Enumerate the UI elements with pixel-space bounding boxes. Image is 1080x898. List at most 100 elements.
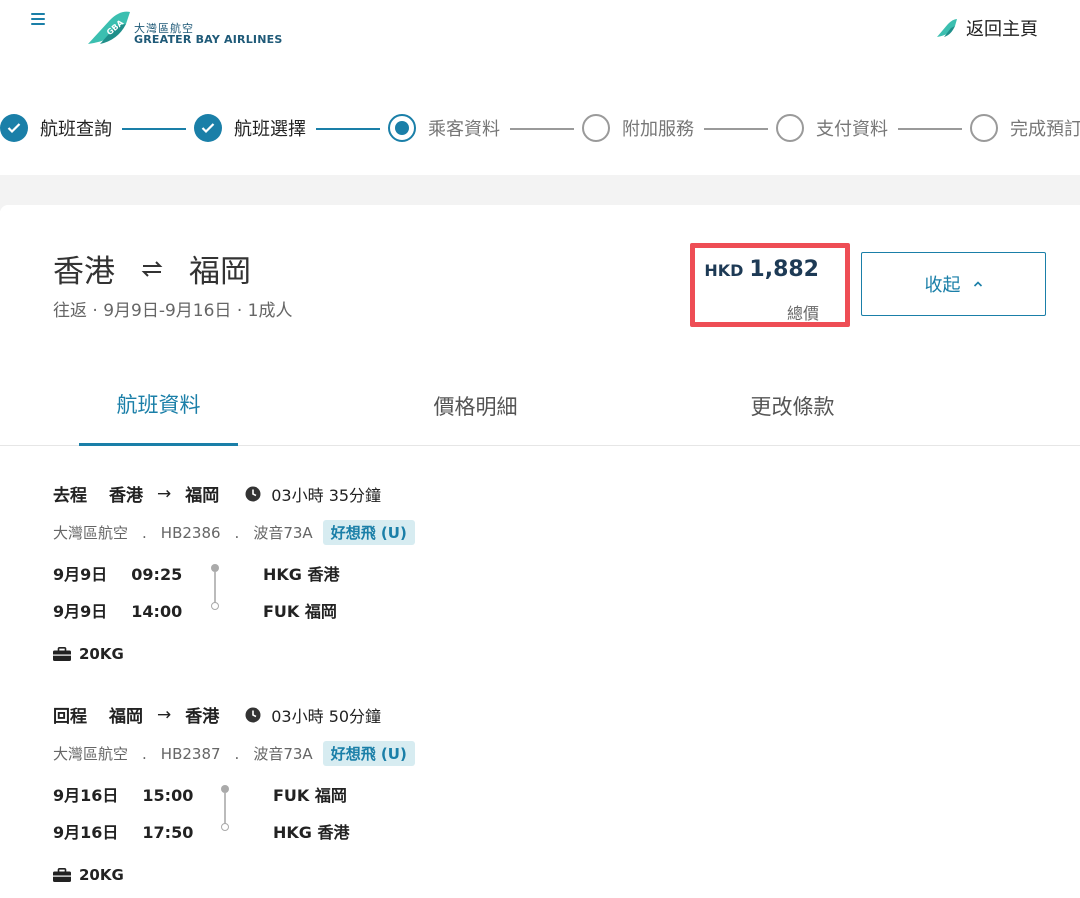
step-label: 乘客資料	[428, 119, 500, 140]
arrival-time: 14:00	[131, 602, 183, 621]
step-label: 航班選擇	[234, 119, 306, 140]
departure-time: 09:25	[131, 565, 183, 584]
arrival-airport: HKG 香港	[273, 823, 350, 842]
collapse-label: 收起	[924, 275, 961, 296]
arrival-time-row: 9月9日 14:00	[53, 598, 182, 622]
segment-to: 香港	[185, 707, 220, 727]
booking-summary-card: 香港 福岡 往返 · 9月9日-9月16日 · 1成人 HKD 1,882 總價 …	[0, 205, 1080, 898]
baggage-weight: 20KG	[79, 866, 124, 884]
separator: .	[142, 523, 147, 542]
logo-text-en: GREATER BAY AIRLINES	[134, 33, 283, 46]
separator: .	[234, 744, 240, 763]
step-flight-select: 航班選擇	[194, 114, 306, 142]
home-link[interactable]: 返回主頁	[936, 15, 1038, 41]
flight-timeline	[210, 564, 220, 614]
baggage-icon	[53, 868, 71, 882]
flight-number: HB2386	[160, 523, 221, 542]
pending-step-icon	[970, 114, 998, 142]
segment-to: 福岡	[185, 486, 220, 506]
flight-timeline	[220, 785, 230, 835]
detail-tabs: 航班資料 價格明細 更改條款	[0, 365, 1080, 446]
outbound-segment: 去程 香港 → 福岡 03小時 35分鐘 大灣區航空 . HB2386 . 波音…	[53, 481, 953, 681]
price-currency: HKD	[704, 261, 744, 280]
separator: .	[234, 523, 240, 542]
aircraft-type: 波音73A	[253, 745, 313, 763]
baggage-icon	[53, 647, 71, 661]
step-payment: 支付資料	[776, 114, 888, 142]
check-icon	[194, 114, 222, 142]
clock-icon	[245, 486, 261, 501]
arrow-right-icon: →	[157, 483, 172, 504]
step-connector	[898, 128, 962, 130]
step-label: 支付資料	[816, 119, 888, 140]
segment-from: 福岡	[109, 707, 143, 727]
departure-time-row: 9月9日 09:25	[53, 561, 182, 585]
collapse-button[interactable]: 收起	[861, 252, 1046, 316]
step-connector	[704, 128, 768, 130]
route-title: 香港 福岡	[53, 246, 251, 291]
progress-stepper: 航班查詢 航班選擇 乘客資料 附加服務 支付資料 完成預訂	[0, 108, 1080, 150]
step-label: 完成預訂	[1010, 119, 1080, 140]
clock-icon	[245, 707, 261, 722]
header: GBA 大灣區航空 GREATER BAY AIRLINES 返回主頁	[0, 0, 1080, 60]
step-complete: 完成預訂	[970, 114, 1080, 142]
step-connector	[122, 128, 186, 130]
fare-badge: 好想飛 (U)	[322, 741, 415, 766]
segment-carrier-row: 大灣區航空 . HB2386 . 波音73A 好想飛 (U)	[53, 520, 415, 545]
segment-direction: 去程	[53, 486, 87, 506]
arrival-airport: FUK 福岡	[263, 602, 337, 621]
step-passenger-info: 乘客資料	[388, 114, 500, 142]
segment-header: 去程 香港 → 福岡 03小時 35分鐘	[53, 481, 382, 507]
arrival-date: 9月16日	[53, 823, 119, 842]
tab-price-details[interactable]: 價格明細	[396, 365, 555, 446]
segment-direction: 回程	[53, 707, 87, 727]
aircraft-type: 波音73A	[253, 524, 313, 542]
destination-city: 福岡	[189, 254, 251, 290]
origin-city: 香港	[53, 254, 115, 290]
departure-airport: HKG 香港	[263, 565, 340, 584]
carrier-name: 大灣區航空	[53, 524, 129, 542]
total-price-box: HKD 1,882 總價	[690, 243, 850, 327]
price-value: 1,882	[749, 257, 819, 282]
logo[interactable]: GBA 大灣區航空 GREATER BAY AIRLINES	[86, 10, 286, 50]
tab-change-terms[interactable]: 更改條款	[713, 365, 872, 446]
arrival-date: 9月9日	[53, 602, 108, 621]
departure-date: 9月16日	[53, 786, 119, 805]
total-price: HKD 1,882	[704, 257, 819, 282]
return-segment: 回程 福岡 → 香港 03小時 50分鐘 大灣區航空 . HB2387 . 波音…	[53, 702, 953, 898]
separator: .	[142, 744, 147, 763]
baggage-allowance: 20KG	[53, 866, 124, 884]
home-plane-icon	[937, 19, 957, 37]
home-label: 返回主頁	[966, 19, 1038, 40]
swap-icon	[141, 260, 163, 277]
step-label: 附加服務	[622, 119, 694, 140]
arrival-time-row: 9月16日 17:50	[53, 819, 193, 843]
step-connector	[510, 128, 574, 130]
check-icon	[0, 114, 28, 142]
segment-duration: 03小時 35分鐘	[271, 485, 382, 505]
chevron-up-icon	[973, 281, 982, 287]
segment-carrier-row: 大灣區航空 . HB2387 . 波音73A 好想飛 (U)	[53, 741, 415, 766]
segment-duration: 03小時 50分鐘	[271, 706, 382, 726]
total-price-caption: 總價	[786, 304, 819, 323]
logo-icon: GBA	[88, 11, 130, 44]
trip-meta: 往返 · 9月9日-9月16日 · 1成人	[53, 301, 293, 321]
departure-date: 9月9日	[53, 565, 108, 584]
step-connector	[316, 128, 380, 130]
baggage-weight: 20KG	[79, 645, 124, 663]
pending-step-icon	[582, 114, 610, 142]
menu-icon[interactable]	[29, 10, 47, 26]
current-step-icon	[388, 114, 416, 142]
segment-header: 回程 福岡 → 香港 03小時 50分鐘	[53, 702, 382, 728]
flight-number: HB2387	[160, 744, 221, 763]
step-add-ons: 附加服務	[582, 114, 694, 142]
pending-step-icon	[776, 114, 804, 142]
step-flight-search: 航班查詢	[0, 114, 112, 142]
arrival-time: 17:50	[142, 823, 194, 842]
departure-time: 15:00	[142, 786, 194, 805]
tab-flight-info[interactable]: 航班資料	[79, 365, 238, 446]
step-label: 航班查詢	[40, 119, 112, 140]
arrow-right-icon: →	[157, 704, 172, 725]
fare-badge: 好想飛 (U)	[322, 520, 415, 545]
segment-from: 香港	[109, 486, 143, 506]
